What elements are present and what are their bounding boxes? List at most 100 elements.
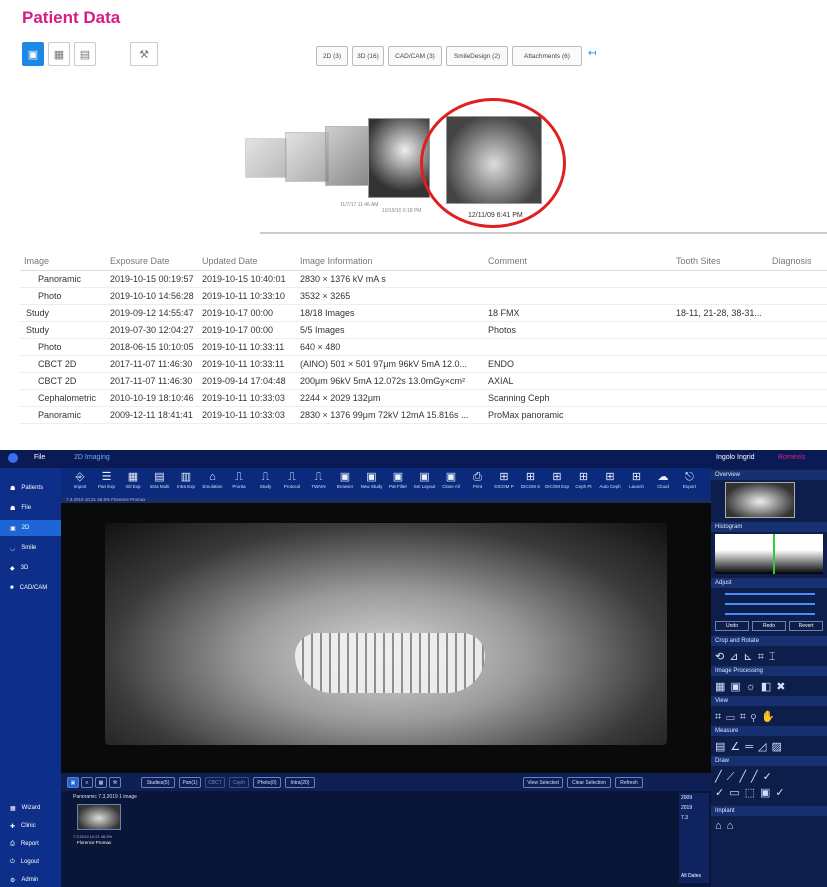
section-histogram[interactable]: Histogram bbox=[711, 522, 827, 532]
thumbnail-view-button[interactable]: ▣ bbox=[67, 777, 79, 788]
section-draw[interactable]: Draw bbox=[711, 756, 827, 766]
sidebar-item-cadcam[interactable]: ■ CAD/CAM bbox=[0, 580, 61, 596]
toolbar-button-new-study[interactable]: ▣ New Study bbox=[357, 470, 387, 489]
toolbar-button-set-layout[interactable]: ▣ Set Layout bbox=[410, 470, 440, 489]
measure-icons[interactable]: ▤∠═◿▨ bbox=[715, 740, 787, 753]
undo-button[interactable]: Undo bbox=[715, 621, 749, 631]
toolbar-button-dicom-s[interactable]: ⊞ DICOM S bbox=[516, 470, 546, 489]
section-overview[interactable]: Overview bbox=[711, 470, 827, 480]
file-menu[interactable]: File bbox=[34, 454, 45, 461]
toolbar-button-intra-exp[interactable]: ▥ Intra Exp bbox=[171, 470, 201, 489]
section-image-processing[interactable]: Image Processing bbox=[711, 666, 827, 676]
table-row[interactable]: Panoramic 2019-10-15 00:19:57 2019-10-15 1… bbox=[20, 270, 827, 288]
grid-view-button[interactable]: ▤ bbox=[74, 42, 96, 66]
thumbnail-view-button[interactable]: ▣ bbox=[22, 42, 44, 66]
view-selected-button[interactable]: View Selected bbox=[523, 777, 563, 788]
sidebar-item-file[interactable]: ☗ File bbox=[0, 500, 61, 516]
col-exposure[interactable]: Exposure Date bbox=[106, 252, 198, 271]
crop-rotate-icons[interactable]: ⟲⊿⊾⌗⌶ bbox=[715, 650, 780, 664]
toolbar-button-twain[interactable]: ⎍ TWAIN bbox=[304, 470, 334, 489]
table-row[interactable]: Study 2019-09-12 14:55:47 2019-10-17 00:00… bbox=[20, 304, 827, 322]
date-check-2019[interactable]: 2019 bbox=[679, 803, 709, 813]
grid-view-button[interactable]: ▦ bbox=[95, 777, 107, 788]
draw-icons-row1[interactable]: ╱⟋╱╱✓ bbox=[715, 770, 777, 784]
view-icons[interactable]: ⌗▭⌗⚲✋ bbox=[715, 710, 780, 724]
toolbar-button-intra-multi[interactable]: ▤ Intra Multi bbox=[145, 470, 175, 489]
table-row[interactable]: CBCT 2D 2017-11-07 11:46:30 2019-10-11 10:… bbox=[20, 355, 827, 373]
section-adjust[interactable]: Adjust bbox=[711, 578, 827, 588]
toolbar-button-import[interactable]: ⎆ Import bbox=[65, 470, 95, 489]
user-name[interactable]: Ingolo Ingrid bbox=[716, 454, 755, 461]
table-view-button[interactable]: ▦ bbox=[48, 42, 70, 66]
toolbar-button-study[interactable]: ⎍ Study bbox=[251, 470, 281, 489]
brightness-slider[interactable] bbox=[725, 593, 815, 595]
panoramic-xray-image[interactable] bbox=[105, 523, 667, 745]
toolbar-button-pan-exp[interactable]: ☰ Pan Exp bbox=[92, 470, 122, 489]
contrast-slider[interactable] bbox=[725, 603, 815, 605]
histogram-marker[interactable] bbox=[773, 534, 775, 574]
filter-smiledesign[interactable]: SmileDesign (2) bbox=[446, 46, 508, 66]
timeline-thumbnail[interactable] bbox=[325, 126, 371, 186]
table-row[interactable]: Photo 2019-10-10 14:56:28 2019-10-11 10:33… bbox=[20, 287, 827, 305]
col-info[interactable]: Image Information bbox=[296, 252, 484, 271]
cbct-button[interactable]: CBCT bbox=[205, 777, 225, 788]
toolbar-button-protocol[interactable]: ⎍ Protocol bbox=[277, 470, 307, 489]
gamma-slider[interactable] bbox=[725, 613, 815, 615]
implant-icons[interactable]: ⌂⌂ bbox=[715, 820, 738, 832]
intra-button[interactable]: Intra(20) bbox=[285, 777, 315, 788]
studies-button[interactable]: Studies(5) bbox=[141, 777, 175, 788]
sidebar-item-report[interactable]: ⎙ Report bbox=[0, 836, 61, 852]
section-view[interactable]: View bbox=[711, 696, 827, 706]
table-row[interactable]: Cephalometric 2010-10-19 18:10:46 2019-10-… bbox=[20, 389, 827, 407]
table-row[interactable]: Study 2019-07-30 12:04:27 2019-10-17 00:00… bbox=[20, 321, 827, 339]
sidebar-item-smile[interactable]: ◡ Smile bbox=[0, 540, 61, 556]
table-row[interactable]: Panoramic 2009-12-11 18:41:41 2019-10-11 1… bbox=[20, 406, 827, 424]
toolbar-button-launch[interactable]: ⊞ Launch bbox=[622, 470, 652, 489]
col-diagnosis[interactable]: Diagnosis bbox=[768, 252, 827, 271]
image-processing-icons[interactable]: ▦▣☼◧✖ bbox=[715, 680, 790, 693]
filter-attachments[interactable]: Attachments (6) bbox=[512, 46, 582, 66]
toolbar-button-close-all[interactable]: ▣ Close All bbox=[436, 470, 466, 489]
timeline-thumbnail[interactable] bbox=[285, 132, 329, 182]
draw-icons-row2[interactable]: ✓▭⬚▣✓ bbox=[715, 786, 790, 799]
toolbar-button-dicom-p[interactable]: ⊞ DICOM P bbox=[489, 470, 519, 489]
sidebar-item-3d[interactable]: ◆ 3D bbox=[0, 560, 61, 576]
date-check-2009[interactable]: 2009 bbox=[679, 793, 709, 803]
sidebar-item-2d[interactable]: ▣ 2D bbox=[0, 520, 61, 536]
list-view-button[interactable]: ≡ bbox=[81, 777, 93, 788]
toolbar-button-export[interactable]: ⎋ Export bbox=[675, 470, 705, 489]
col-comment[interactable]: Comment bbox=[484, 252, 672, 271]
sidebar-item-wizard[interactable]: ▦ Wizard bbox=[0, 800, 61, 816]
overview-thumbnail[interactable] bbox=[725, 482, 795, 518]
section-implant[interactable]: Implant bbox=[711, 806, 827, 816]
section-crop-rotate[interactable]: Crop and Rotate bbox=[711, 636, 827, 646]
histogram-chart[interactable] bbox=[715, 534, 823, 574]
tools-button[interactable]: ⚒ bbox=[130, 42, 158, 66]
redo-button[interactable]: Redo bbox=[752, 621, 786, 631]
toolbar-button-browser[interactable]: ▣ Browser bbox=[330, 470, 360, 489]
col-tooth-sites[interactable]: Tooth Sites bbox=[672, 252, 768, 271]
revert-button[interactable]: Revert bbox=[789, 621, 823, 631]
date-check-all[interactable]: All Dates bbox=[679, 871, 703, 881]
toolbar-button-cloud[interactable]: ☁ Cloud bbox=[648, 470, 678, 489]
col-updated[interactable]: Updated Date bbox=[198, 252, 296, 271]
toolbar-button-ceph-pt[interactable]: ⊞ Ceph Pt bbox=[569, 470, 599, 489]
toolbar-button-intl-exp[interactable]: ▦ Intl Exp bbox=[118, 470, 148, 489]
filter-3d[interactable]: 3D (16) bbox=[352, 46, 384, 66]
refresh-button[interactable]: Refresh bbox=[615, 777, 643, 788]
timeline-thumbnail[interactable] bbox=[245, 138, 287, 178]
image-viewer[interactable] bbox=[61, 503, 711, 773]
tools-button[interactable]: ⚒ bbox=[109, 777, 121, 788]
filter-2d[interactable]: 2D (3) bbox=[316, 46, 348, 66]
pan-button[interactable]: Pan(1) bbox=[179, 777, 201, 788]
sidebar-item-admin[interactable]: ⚙ Admin bbox=[0, 872, 61, 887]
ceph-button[interactable]: Ceph bbox=[229, 777, 249, 788]
date-check-73[interactable]: 7.3 bbox=[679, 813, 709, 823]
clear-selection-button[interactable]: Clear Selection bbox=[567, 777, 611, 788]
toolbar-button-pronta[interactable]: ⎍ Pronta bbox=[224, 470, 254, 489]
toolbar-button-emulation[interactable]: ⌂ Emulation bbox=[198, 470, 228, 489]
filter-cadcam[interactable]: CAD/CAM (3) bbox=[388, 46, 442, 66]
table-row[interactable]: CBCT 2D 2017-11-07 11:46:30 2019-09-14 17:… bbox=[20, 372, 827, 390]
toolbar-button-print[interactable]: ⎙ Print bbox=[463, 470, 493, 489]
photo-button[interactable]: Photo(0) bbox=[253, 777, 281, 788]
